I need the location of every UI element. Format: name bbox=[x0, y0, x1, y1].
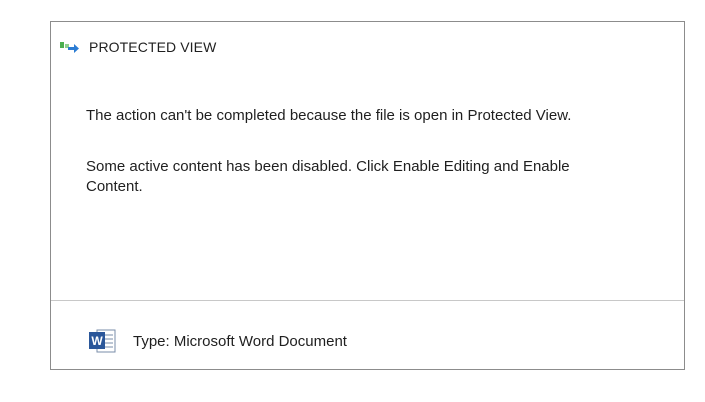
protected-view-dialog: PROTECTED VIEW The action can't be compl… bbox=[50, 21, 685, 370]
file-type-footer: W Type: Microsoft Word Document bbox=[88, 328, 347, 354]
info-message: Some active content has been disabled. C… bbox=[86, 158, 570, 195]
error-message: The action can't be completed because th… bbox=[86, 107, 572, 124]
protected-view-icon bbox=[60, 40, 80, 54]
word-document-icon: W bbox=[88, 328, 118, 354]
file-type-label: Type: Microsoft Word Document bbox=[133, 332, 347, 350]
dialog-title: PROTECTED VIEW bbox=[89, 39, 217, 55]
dialog-header: PROTECTED VIEW bbox=[60, 38, 216, 56]
footer-divider bbox=[51, 300, 684, 301]
svg-text:W: W bbox=[91, 334, 103, 348]
